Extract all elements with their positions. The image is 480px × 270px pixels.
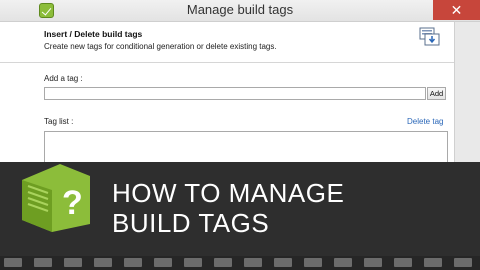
film-hole — [274, 258, 292, 267]
add-tag-input[interactable] — [44, 87, 426, 100]
film-hole — [64, 258, 82, 267]
film-hole — [424, 258, 442, 267]
close-button[interactable]: ✕ — [433, 0, 480, 20]
film-hole — [4, 258, 22, 267]
help-book-icon: ? — [22, 164, 90, 232]
film-hole — [214, 258, 232, 267]
film-hole — [364, 258, 382, 267]
add-button[interactable]: Add — [427, 87, 446, 100]
film-hole — [124, 258, 142, 267]
banner-title-line-1: HOW TO MANAGE — [112, 178, 345, 208]
film-hole — [244, 258, 262, 267]
film-hole — [394, 258, 412, 267]
header-description: Create new tags for conditional generati… — [44, 42, 277, 51]
add-tag-label: Add a tag : — [44, 74, 83, 83]
film-hole — [454, 258, 472, 267]
header-title: Insert / Delete build tags — [44, 29, 143, 39]
film-hole — [334, 258, 352, 267]
film-hole — [94, 258, 112, 267]
film-hole — [184, 258, 202, 267]
window-title: Manage build tags — [186, 2, 294, 17]
film-hole — [34, 258, 52, 267]
dialog-header — [0, 22, 456, 58]
film-hole — [154, 258, 172, 267]
film-hole — [304, 258, 322, 267]
banner-title-line-2: BUILD TAGS — [112, 208, 270, 238]
svg-text:?: ? — [62, 184, 83, 222]
header-separator — [0, 62, 454, 63]
delete-tag-link[interactable]: Delete tag — [407, 117, 443, 126]
document-tag-icon — [419, 27, 440, 46]
window-border — [454, 22, 480, 170]
tag-list-label: Tag list : — [44, 117, 74, 126]
